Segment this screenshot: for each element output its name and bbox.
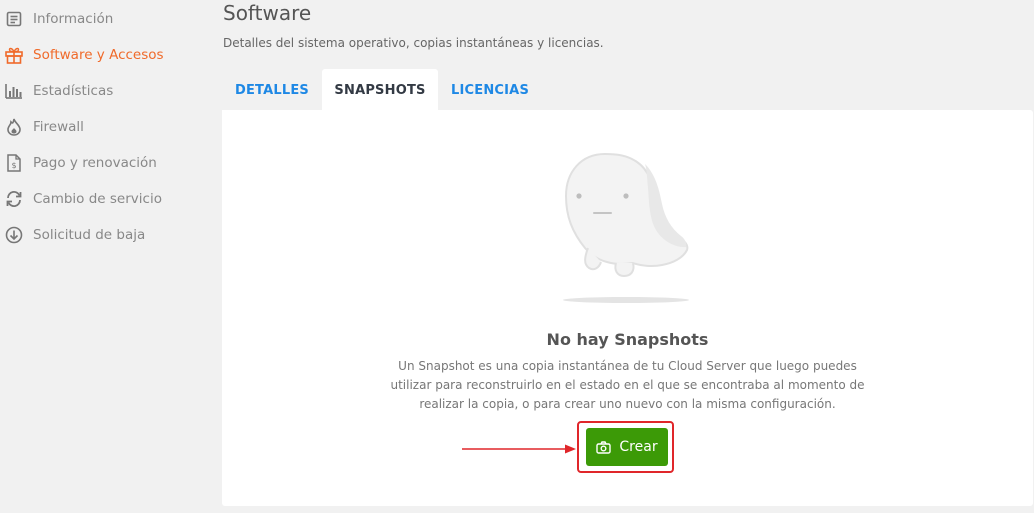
create-snapshot-button[interactable]: Crear: [586, 428, 668, 466]
sidebar-item-label: Cambio de servicio: [33, 191, 162, 207]
flame-icon: [3, 116, 25, 138]
sidebar-item-pago-renovacion[interactable]: $ Pago y renovación: [0, 150, 157, 176]
sidebar-item-solicitud-baja[interactable]: Solicitud de baja: [0, 222, 145, 248]
tab-snapshots[interactable]: SNAPSHOTS: [322, 69, 438, 111]
download-circle-icon: [3, 224, 25, 246]
document-icon: [3, 8, 25, 30]
tab-detalles[interactable]: DETALLES: [222, 69, 322, 111]
sidebar-item-label: Software y Accesos: [33, 47, 164, 63]
refresh-icon: [3, 188, 25, 210]
sidebar-item-label: Firewall: [33, 119, 84, 135]
invoice-icon: $: [3, 152, 25, 174]
tab-licencias[interactable]: LICENCIAS: [438, 69, 542, 111]
svg-text:$: $: [11, 161, 16, 170]
camera-icon: [596, 440, 612, 454]
sidebar-item-label: Solicitud de baja: [33, 227, 146, 243]
sidebar-item-label: Estadísticas: [33, 83, 114, 99]
create-button-label: Crear: [619, 439, 658, 455]
sidebar-item-label: Pago y renovación: [33, 155, 157, 171]
page-subtitle: Detalles del sistema operativo, copias i…: [223, 36, 604, 50]
sidebar-item-estadisticas[interactable]: Estadísticas: [0, 78, 113, 104]
gift-box-icon: [3, 44, 25, 66]
sidebar-item-software-accesos[interactable]: Software y Accesos: [0, 42, 164, 68]
ghost-illustration: [563, 152, 689, 303]
page-title: Software: [223, 1, 312, 25]
sidebar-item-cambio-servicio[interactable]: Cambio de servicio: [0, 186, 162, 212]
sidebar-item-label: Información: [33, 11, 114, 27]
sidebar: Información Software y Accesos Estadísti…: [0, 0, 210, 513]
empty-state-title: No hay Snapshots: [546, 330, 709, 349]
tab-bar: DETALLES SNAPSHOTS LICENCIAS: [222, 69, 542, 111]
sidebar-item-firewall[interactable]: Firewall: [0, 114, 84, 140]
empty-state-description: Un Snapshot es una copia instantánea de …: [390, 359, 865, 411]
bar-chart-icon: [3, 80, 25, 102]
snapshots-panel: No hay Snapshots Un Snapshot es una copi…: [222, 110, 1033, 506]
annotation-arrow: [462, 444, 576, 454]
sidebar-item-informacion[interactable]: Información: [0, 6, 113, 32]
